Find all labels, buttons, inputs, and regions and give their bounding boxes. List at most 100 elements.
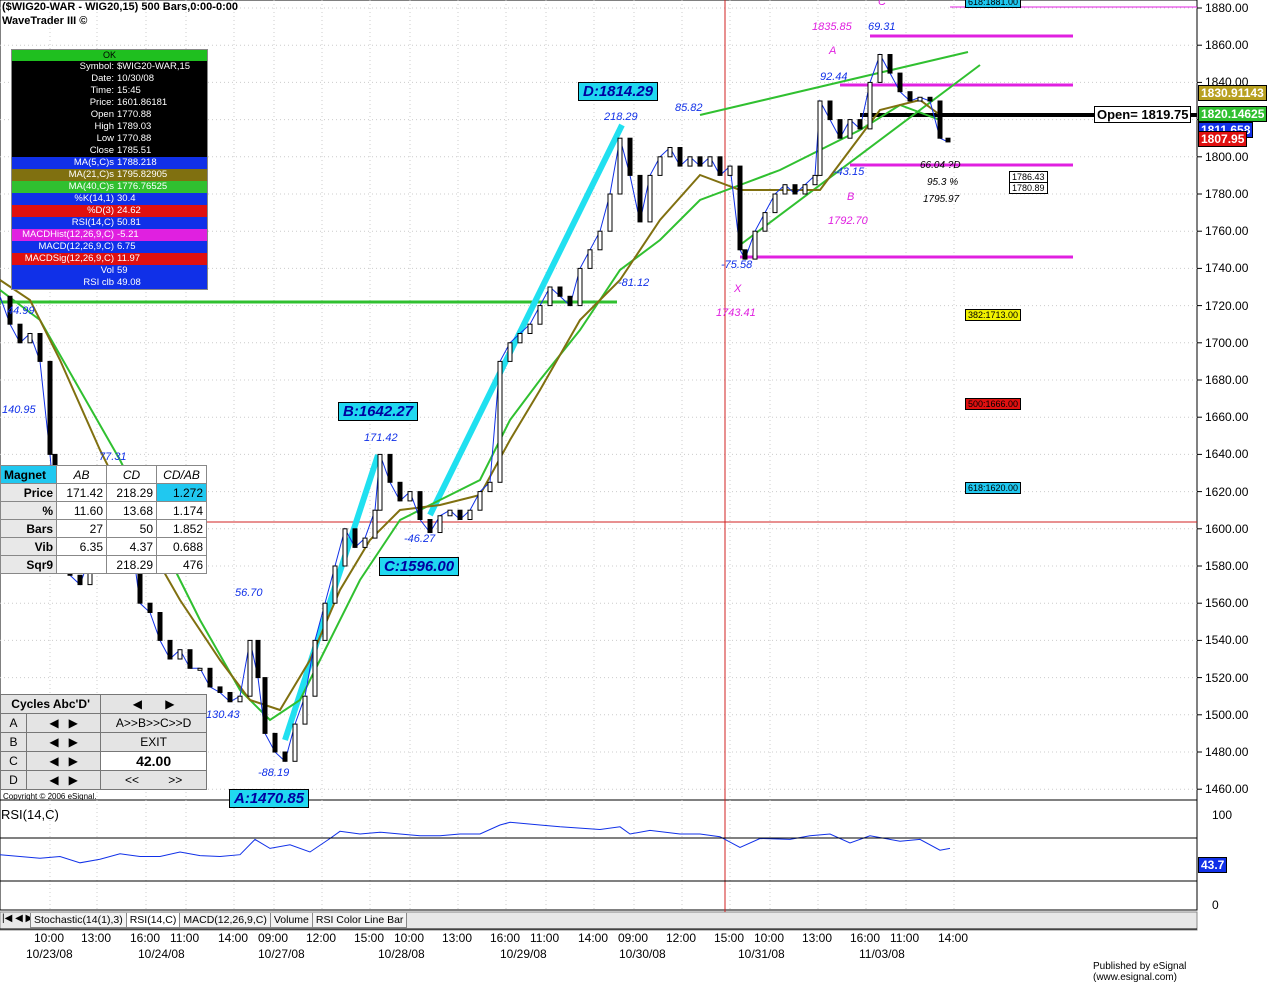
time-tick: 16:00 xyxy=(130,931,161,945)
date-tick: 10/30/08 xyxy=(619,947,666,961)
candle xyxy=(27,333,33,344)
info-value: -5.21 xyxy=(117,229,139,240)
candle xyxy=(945,137,951,143)
price-tick: 1860.00 xyxy=(1205,38,1249,53)
swing-label: 69.31 xyxy=(868,21,896,33)
candle xyxy=(657,156,663,176)
candle xyxy=(342,528,348,567)
magnet-cell-cd: 4.37 xyxy=(106,537,158,556)
data-window: OK Symbol: $WIG20-WAR,15 Date: 10/30/08 Time… xyxy=(11,49,208,290)
cycle-c-arrows[interactable]: ◀ ▶ xyxy=(25,751,102,771)
candle xyxy=(537,305,543,325)
magnet-cell-ratio: 1.272 xyxy=(156,483,207,502)
candle xyxy=(897,72,903,93)
candle xyxy=(177,649,183,660)
info-value: 1795.82905 xyxy=(117,169,168,180)
cycle-d-arrows[interactable]: ◀ ▶ xyxy=(25,770,102,790)
candle xyxy=(457,509,463,521)
date-tick: 11/03/08 xyxy=(859,947,905,961)
magnet-row: Sqr9 218.29 476 xyxy=(0,555,207,574)
candle xyxy=(847,119,853,139)
swing-label: 56.70 xyxy=(235,587,263,599)
candle xyxy=(547,286,553,307)
info-label: MA(21,C)s xyxy=(68,169,114,180)
magnet-cell-label: Sqr9 xyxy=(0,555,58,574)
date-tick: 10/28/08 xyxy=(378,947,425,961)
swing-label: 140.95 xyxy=(2,404,36,416)
candle xyxy=(867,81,873,130)
candle xyxy=(557,286,563,297)
candle xyxy=(447,509,453,517)
study-tab[interactable]: Stochastic(14(1),3) xyxy=(30,913,127,928)
arrow-right-icon[interactable]: ▶ xyxy=(165,697,174,711)
ma21-tag: 1830.91143 xyxy=(1198,85,1267,101)
next-button[interactable]: >> xyxy=(168,773,182,787)
price-tick: 1460.00 xyxy=(1205,782,1249,797)
pattern-b-label: B xyxy=(847,191,855,203)
time-tick: 13:00 xyxy=(81,931,112,945)
info-row: %K(14,1) 30.4 xyxy=(12,193,207,205)
abcd-button[interactable]: A>>B>>C>>D xyxy=(100,713,207,733)
magnet-cell-cd: 218.29 xyxy=(106,483,158,502)
date-tick: 10/23/08 xyxy=(26,947,73,961)
time-tick: 10:00 xyxy=(394,931,425,945)
candle xyxy=(262,677,268,734)
time-tick: 14:00 xyxy=(578,931,609,945)
magnet-table: Magnet AB CD CD/AB Price 171.42 218.29 1.27… xyxy=(0,465,207,574)
study-tab[interactable]: MACD(12,26,9,C) xyxy=(179,913,271,928)
fib-tag-500: 500:1666.00 xyxy=(965,398,1022,410)
magnet-row: Price 171.42 218.29 1.272 xyxy=(0,483,207,502)
candle xyxy=(927,96,933,102)
study-tab[interactable]: RSI Color Line Bar xyxy=(311,913,408,928)
candle xyxy=(737,165,743,251)
info-label: MACDHist(12,26,9,C) xyxy=(22,229,114,240)
projection-label: 66.04 ?D xyxy=(920,160,961,171)
magnet-cell-label: Vib xyxy=(0,537,58,556)
price-tick: 1560.00 xyxy=(1205,596,1249,611)
arrow-left-icon[interactable]: ◀ xyxy=(133,697,142,711)
magnet-row: Bars 27 50 1.852 xyxy=(0,519,207,538)
candle xyxy=(37,333,43,362)
info-label: Open xyxy=(90,109,114,120)
candle xyxy=(292,723,298,762)
candle xyxy=(352,528,358,548)
info-value: 1789.03 xyxy=(117,121,152,132)
study-tab[interactable]: Volume xyxy=(269,913,313,928)
magnet-cell-ab xyxy=(56,555,108,574)
candle xyxy=(907,91,913,102)
swing-label: 92.44 xyxy=(820,71,848,83)
projection-box-2: 1780.89 xyxy=(1009,182,1048,194)
cycle-b-arrows[interactable]: ◀ ▶ xyxy=(25,732,102,752)
candle xyxy=(272,732,278,753)
candle xyxy=(497,360,503,483)
magnet-row: % 11.60 13.68 1.174 xyxy=(0,501,207,520)
magnet-cell-cd: 50 xyxy=(106,519,158,538)
info-value: 1785.51 xyxy=(117,145,152,156)
prev-button[interactable]: << xyxy=(125,773,139,787)
candle xyxy=(887,54,893,74)
exit-button[interactable]: EXIT xyxy=(100,732,207,752)
candle xyxy=(322,602,328,641)
candle xyxy=(77,574,83,586)
point-d-label: D:1814.29 xyxy=(578,82,659,101)
magnet-cell-ratio: 0.688 xyxy=(156,537,207,556)
candle xyxy=(697,156,703,167)
info-label: MACD(12,26,9,C) xyxy=(38,241,115,252)
time-tick: 10:00 xyxy=(34,931,65,945)
info-value: 59 xyxy=(117,265,128,276)
price-tick: 1800.00 xyxy=(1205,149,1249,164)
price-tick: 1640.00 xyxy=(1205,447,1249,462)
candle xyxy=(302,695,308,725)
candle xyxy=(647,174,653,223)
candle xyxy=(677,147,683,167)
cycle-a-arrows[interactable]: ◀ ▶ xyxy=(25,713,102,733)
swing-label: 77.31 xyxy=(99,451,127,463)
open-label: Open= 1819.75 xyxy=(1094,106,1192,123)
study-tab[interactable]: RSI(14,C) xyxy=(125,913,181,928)
ok-button[interactable]: OK xyxy=(12,50,207,61)
time-tick: 11:00 xyxy=(890,931,920,945)
candle xyxy=(17,323,23,344)
info-row: Time: 15:45 xyxy=(12,85,207,97)
price-tick: 1480.00 xyxy=(1205,745,1249,759)
info-value: 50.81 xyxy=(117,217,141,228)
